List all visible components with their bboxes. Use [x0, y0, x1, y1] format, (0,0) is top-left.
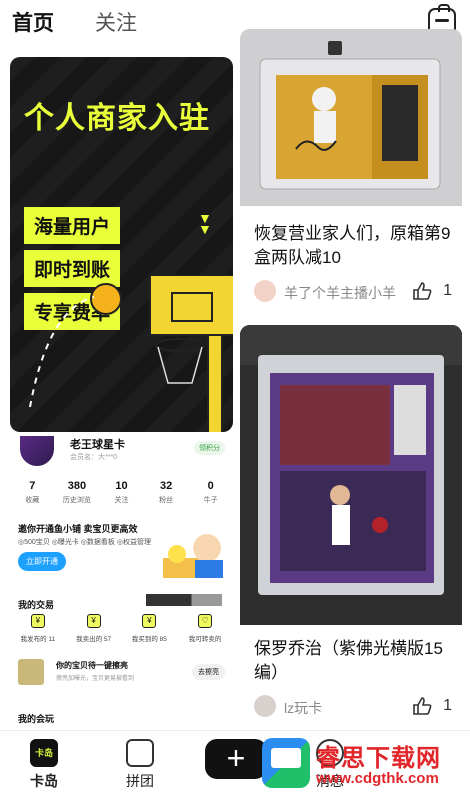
ball-trail [29, 296, 95, 408]
promo-thumbnail [18, 659, 44, 685]
trade-bought[interactable]: ¥ 我买到的 85 [122, 614, 178, 643]
invite-tags: ◎500宝贝 ◎曝光卡 ◎数据看板 ◎权益管理 [18, 539, 151, 546]
avatar [20, 436, 54, 466]
like-count: 1 [443, 282, 452, 299]
profile-card[interactable]: 老王球星卡 会员名：大***0 领积分 7 收藏 380 历史浏览 10 关注 … [10, 436, 233, 726]
watermark-logo-icon [262, 738, 310, 788]
banner-pill-instant: 即时到账 [24, 250, 121, 287]
profile-subtitle: 会员名：大***0 [70, 454, 118, 461]
stat-label: 粉丝 [159, 497, 174, 504]
profile-stats: 7 收藏 380 历史浏览 10 关注 32 粉丝 0 牛子 [10, 480, 233, 505]
author-name[interactable]: lz玩卡 [284, 698, 322, 718]
stat-label: 关注 [114, 497, 129, 504]
trades-row: ¥ 我发布的 11 ¥ 我卖出的 57 ¥ 我买到的 85 ♡ 我可转卖的 [10, 614, 233, 643]
trade-label: 我发布的 11 [20, 636, 56, 643]
stat-history[interactable]: 380 历史浏览 [55, 480, 100, 505]
feed-card-title[interactable]: 保罗乔治（紫佛光横版15编） [254, 637, 462, 685]
feed-card[interactable]: 恢复营业家人们，原箱第9盒两队减10 羊了个羊主播小羊 1 [240, 29, 462, 312]
stat-value: 380 [67, 480, 87, 492]
polish-promo: 你的宝贝待一键擦亮 擦亮加曝光，宝贝更易被看到 去擦亮 [18, 656, 225, 688]
promo-subtitle: 擦亮加曝光，宝贝更易被看到 [56, 676, 135, 682]
mascot-illustration [163, 534, 223, 578]
stat-value: 7 [29, 480, 36, 492]
nav-group-buy[interactable]: 拼团 [110, 739, 170, 791]
stat-label: 历史浏览 [62, 497, 91, 504]
active-tab-underline [14, 36, 52, 42]
stat-value: 0 [207, 480, 214, 492]
graded-card-image [240, 29, 462, 206]
trade-resell[interactable]: ♡ 我可转卖的 [177, 614, 233, 643]
nav-label: 卡岛 [30, 773, 58, 789]
trade-label: 我买到的 85 [131, 636, 167, 643]
feed-card-title[interactable]: 恢复营业家人们，原箱第9盒两队减10 [254, 222, 462, 270]
nav-card-island[interactable]: 卡岛 卡岛 [14, 739, 74, 791]
trade-sold[interactable]: ¥ 我卖出的 57 [66, 614, 122, 643]
watermark-title: 睿思下载网 [316, 745, 441, 772]
my-fun-title: 我的会玩 [18, 714, 55, 724]
author-avatar[interactable] [254, 695, 276, 717]
group-buy-icon [126, 739, 154, 767]
tab-follow[interactable]: 关注 [95, 7, 137, 37]
stat-label: 牛子 [203, 497, 218, 504]
profile-name: 老王球星卡 [70, 439, 125, 451]
author-avatar[interactable] [254, 280, 276, 302]
trade-label: 我可转卖的 [188, 636, 222, 643]
thumbs-up-icon[interactable] [412, 696, 432, 716]
like-count: 1 [443, 697, 452, 714]
plus-icon: + [226, 740, 246, 776]
stat-value: 10 [115, 480, 128, 492]
invite-title: 邀你开通鱼小铺 卖宝贝更高效 [18, 524, 138, 534]
yen-icon: ¥ [86, 614, 101, 628]
tab-follow-label: 关注 [95, 12, 137, 35]
card-island-icon: 卡岛 [30, 739, 58, 767]
feed-card-meta: 羊了个羊主播小羊 1 [254, 279, 452, 305]
yen-icon: ¥ [30, 614, 45, 628]
stat-other[interactable]: 0 牛子 [188, 480, 233, 505]
feed-card-image [240, 29, 462, 206]
stat-fans[interactable]: 32 粉丝 [144, 480, 189, 505]
redacted-mark [146, 594, 222, 606]
points-badge[interactable]: 领积分 [194, 441, 225, 455]
nav-label: 拼团 [126, 773, 154, 789]
shop-invite-panel: 邀你开通鱼小铺 卖宝贝更高效 ◎500宝贝 ◎曝光卡 ◎数据看板 ◎权益管理 立… [10, 516, 233, 586]
stat-label: 收藏 [25, 497, 40, 504]
chevron-down-icon: ▼ ▼ [198, 210, 212, 237]
feed-card[interactable]: 保罗乔治（紫佛光横版15编） lz玩卡 1 [240, 325, 462, 725]
trade-published[interactable]: ¥ 我发布的 11 [10, 614, 66, 643]
stat-following[interactable]: 10 关注 [99, 480, 144, 505]
heart-icon: ♡ [198, 614, 213, 628]
basketball-hoop-icon [149, 275, 233, 432]
tab-home-label: 首页 [12, 12, 54, 35]
feed-card-meta: lz玩卡 1 [254, 694, 452, 720]
banner-pill-users: 海量用户 [24, 207, 121, 244]
my-trades-title: 我的交易 [18, 600, 55, 610]
thumbs-up-icon[interactable] [412, 281, 432, 301]
open-shop-button[interactable]: 立即开通 [18, 552, 66, 571]
promo-title: 你的宝贝待一键擦亮 [56, 661, 128, 670]
trade-label: 我卖出的 57 [76, 636, 112, 643]
watermark-url: www.cdgthk.com [316, 770, 439, 787]
banner-title: 个人商家入驻 [24, 102, 210, 135]
site-watermark: 睿思下载网 www.cdgthk.com [262, 736, 467, 792]
basketball-card-image [240, 325, 462, 625]
merchant-banner[interactable]: 个人商家入驻 海量用户 即时到账 专享费率 ▼ ▼ [10, 57, 233, 432]
tab-home[interactable]: 首页 [12, 7, 54, 42]
yen-icon: ¥ [142, 614, 157, 628]
stat-value: 32 [159, 480, 173, 492]
feed-card-image [240, 325, 462, 625]
author-name[interactable]: 羊了个羊主播小羊 [284, 283, 396, 303]
publish-button[interactable]: + [205, 739, 267, 779]
polish-button[interactable]: 去擦亮 [192, 664, 225, 680]
stat-favorites[interactable]: 7 收藏 [10, 480, 55, 505]
